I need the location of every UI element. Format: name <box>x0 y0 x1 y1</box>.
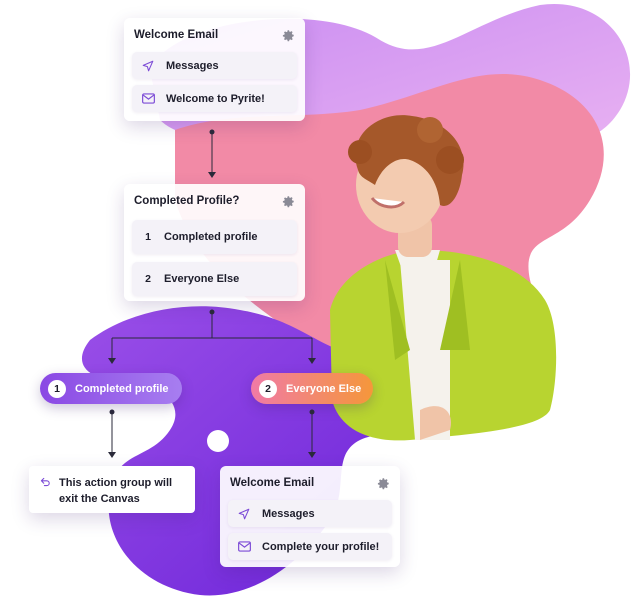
decision-option-2[interactable]: 2 Everyone Else <box>132 262 297 296</box>
email-icon <box>140 91 156 107</box>
row-label: Complete your profile! <box>262 540 380 553</box>
send-icon <box>140 58 156 74</box>
branch-pill-completed-profile[interactable]: 1 Completed profile <box>40 373 182 404</box>
messages-row[interactable]: Messages <box>228 500 392 527</box>
undo-icon <box>39 475 51 504</box>
card-title: Welcome Email <box>134 29 219 41</box>
pill-label: Completed profile <box>75 382 169 395</box>
row-label: Messages <box>166 59 219 72</box>
card-header: Welcome Email <box>132 24 297 46</box>
card-header: Completed Profile? <box>132 190 297 212</box>
decision-option-1[interactable]: 1 Completed profile <box>132 220 297 254</box>
row-label: Everyone Else <box>164 273 240 285</box>
card-header: Welcome Email <box>228 472 392 494</box>
welcome-email-card-2[interactable]: Welcome Email Messages Complete your pro… <box>220 466 400 567</box>
exit-canvas-card[interactable]: This action group will exit the Canvas <box>29 466 195 513</box>
row-label: Welcome to Pyrite! <box>166 92 265 105</box>
card-title: Completed Profile? <box>134 195 240 207</box>
email-row[interactable]: Complete your profile! <box>228 533 392 560</box>
exit-label: This action group will exit the Canvas <box>59 477 173 505</box>
pill-number: 1 <box>48 379 66 398</box>
row-label: Messages <box>262 507 315 520</box>
row-label: Completed profile <box>164 231 258 243</box>
pill-number: 2 <box>259 379 277 398</box>
send-icon <box>236 506 252 522</box>
option-number: 1 <box>145 231 151 243</box>
email-icon <box>236 539 252 555</box>
pill-label: Everyone Else <box>286 382 362 395</box>
completed-profile-decision-card[interactable]: Completed Profile? 1 Completed profile 2… <box>124 184 305 301</box>
email-row[interactable]: Welcome to Pyrite! <box>132 85 297 112</box>
messages-row[interactable]: Messages <box>132 52 297 79</box>
welcome-email-card[interactable]: Welcome Email Messages Welcome to Pyrite… <box>124 18 305 121</box>
card-title: Welcome Email <box>230 477 315 489</box>
option-number: 2 <box>145 273 151 285</box>
gear-icon[interactable] <box>281 194 295 208</box>
gear-icon[interactable] <box>281 28 295 42</box>
branch-pill-everyone-else[interactable]: 2 Everyone Else <box>251 373 373 404</box>
gear-icon[interactable] <box>376 476 390 490</box>
